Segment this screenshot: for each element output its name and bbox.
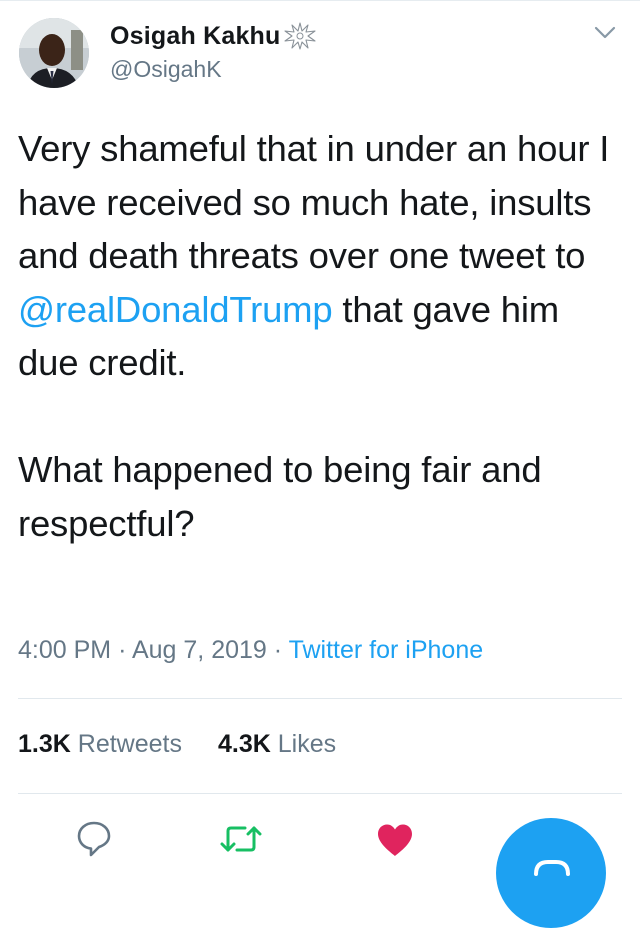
retweets-count: 1.3K	[18, 730, 71, 758]
tweet-text-part1: Very shameful that in under an hour I ha…	[18, 128, 610, 276]
heart-icon[interactable]	[376, 823, 414, 857]
reply-bubble-icon[interactable]	[76, 820, 112, 858]
divider	[18, 698, 622, 699]
meta-separator: ·	[273, 636, 283, 664]
top-divider	[0, 0, 640, 1]
tweet-source-link[interactable]: Twitter for iPhone	[289, 636, 484, 664]
likes-label: Likes	[277, 730, 337, 758]
divider	[18, 793, 622, 794]
display-name[interactable]: Osigah Kakhu	[110, 22, 281, 51]
likes-count: 4.3K	[217, 730, 271, 758]
compose-fab-icon	[534, 860, 570, 876]
tweet-body: Very shameful that in under an hour I ha…	[18, 122, 628, 550]
meta-separator: ·	[118, 636, 127, 664]
compose-fab-button[interactable]	[496, 818, 606, 928]
sparkle-burst-icon	[283, 22, 316, 50]
tweet-time[interactable]: 4:00 PM	[18, 636, 111, 664]
retweet-icon[interactable]	[218, 822, 264, 856]
user-handle[interactable]: @OsigahK	[110, 56, 222, 83]
tweet-paragraph-1: Very shameful that in under an hour I ha…	[18, 122, 628, 390]
tweet-paragraph-2: What happened to being fair and respectf…	[18, 449, 542, 544]
mention-link[interactable]: @realDonaldTrump	[18, 289, 333, 330]
likes-stat[interactable]: 4.3K Likes	[218, 730, 336, 759]
chevron-down-icon[interactable]	[593, 22, 617, 42]
tweet-meta: 4:00 PM · Aug 7, 2019 · Twitter for iPho…	[18, 636, 483, 665]
tweet-stats: 1.3K Retweets 4.3K Likes	[18, 730, 372, 759]
avatar[interactable]	[19, 18, 89, 88]
avatar-photo	[19, 18, 89, 88]
tweet-date[interactable]: Aug 7, 2019	[132, 636, 267, 664]
retweets-label: Retweets	[77, 730, 182, 758]
retweets-stat[interactable]: 1.3K Retweets	[18, 730, 182, 759]
